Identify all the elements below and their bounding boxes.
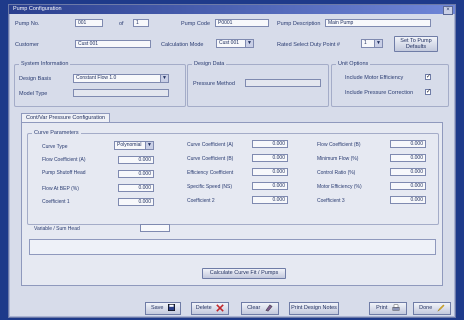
pressure-method-label: Pressure Method [193,81,235,87]
include-pressure-correction-checkbox[interactable]: ✓ [425,89,431,95]
design-basis-label: Design Basis [19,76,52,82]
model-type-field[interactable] [73,89,169,97]
save-label: Save [150,305,164,311]
print-label: Print [376,305,388,311]
pump-description-field[interactable]: Main Pump [325,19,431,27]
param-field[interactable]: 0.000 [252,140,288,148]
unit-options-title: Unit Options [336,61,371,67]
param-label: Flow Coefficient (A) [42,157,86,163]
param-field[interactable]: 0.000 [252,196,288,204]
delete-button[interactable]: Delete [191,302,229,315]
printer-icon [392,304,400,311]
chevron-down-icon[interactable]: ▼ [245,40,253,47]
set-to-pump-defaults-button[interactable]: Set To Pump Defaults [394,36,438,52]
calculation-mode-select[interactable]: Cust 001 ▼ [216,39,254,48]
tab-cont-var-pressure[interactable]: Cont/Var Pressure Configuration [21,113,111,122]
customer-label: Customer [15,42,39,48]
calculation-mode-value: Cust 001 [219,40,240,46]
curve-type-select[interactable]: Polynomial ▼ [114,141,154,150]
param-field[interactable]: 0.000 [390,182,426,190]
calculate-curve-fit-button[interactable]: Calculate Curve Fit / Pumps [202,268,286,279]
param-label: Pump Shutoff Head [42,170,86,176]
delete-label: Delete [195,305,212,311]
print-design-notes-button[interactable]: Print Design Notes [289,302,339,315]
param-field[interactable]: 0.000 [390,154,426,162]
param-label: Coefficient 1 [42,199,70,205]
eraser-icon [265,304,273,312]
chevron-down-icon[interactable]: ▼ [374,40,382,47]
results-display-bar [29,239,436,255]
save-button[interactable]: Save [145,302,181,315]
param-field[interactable]: 0.000 [252,154,288,162]
floppy-disk-icon [168,304,176,312]
done-label: Done [419,305,433,311]
calculation-mode-label: Calculation Mode [161,42,204,48]
param-label: Curve Type [42,144,68,150]
window-titlebar: Pump Configuration × [9,5,455,15]
param-field[interactable]: 0.000 [252,182,288,190]
param-label: Flow At BEP (%) [42,186,79,192]
chevron-down-icon[interactable]: ▼ [160,75,168,82]
param-label: Flow Coefficient (B) [317,142,361,148]
param-label: Minimum Flow (%) [317,156,359,162]
param-label: Efficiency Coefficient [187,170,234,176]
window-title: Pump Configuration [13,6,62,12]
param-label: Specific Speed (NS) [187,184,233,190]
include-pressure-correction-label: Include Pressure Correction [345,90,414,96]
rated-select-select[interactable]: 1 ▼ [361,39,383,48]
tab-panel: Curve Parameters Curve Type Polynomial ▼… [21,122,443,286]
param-field[interactable]: 0.000 [390,196,426,204]
param-field[interactable]: 0.000 [118,170,154,178]
param-label: Motor Efficiency (%) [317,184,362,190]
variable-sum-head-field[interactable] [140,224,170,232]
param-label: Curve Coefficient (A) [187,142,234,148]
variable-sum-head-label: Variable / Sum Head [34,226,80,232]
system-information-group: System Information [14,61,186,107]
model-type-label: Model Type [19,91,48,97]
print-button[interactable]: Print [369,302,407,315]
param-field[interactable]: 0.000 [390,168,426,176]
include-motor-efficiency-checkbox[interactable]: ✓ [425,74,431,80]
red-x-icon [216,303,224,312]
pump-no-label: Pump No. [15,21,40,27]
param-label: Coefficient 2 [187,198,215,204]
pump-description-label: Pump Description [277,21,321,27]
param-field[interactable]: 0.000 [118,184,154,192]
param-field[interactable]: 0.000 [390,140,426,148]
param-label: Curve Coefficient (B) [187,156,234,162]
system-information-title: System Information [19,61,71,67]
design-basis-value: Constant Flow 1.0 [76,75,117,81]
close-icon[interactable]: × [443,6,453,15]
pencil-check-icon [437,304,445,311]
clear-button[interactable]: Clear [241,302,279,315]
param-label: Coefficient 3 [317,198,345,204]
chevron-down-icon[interactable]: ▼ [145,142,153,149]
curve-type-value: Polynomial [117,142,142,148]
pump-count-field[interactable]: 1 [133,19,149,27]
of-label: of [119,21,124,27]
unit-options-group: Unit Options [331,61,449,107]
design-basis-select[interactable]: Constant Flow 1.0 ▼ [73,74,169,83]
param-field[interactable]: 0.000 [118,156,154,164]
pump-code-field[interactable]: P0001 [215,19,269,27]
pressure-method-field[interactable] [245,79,321,87]
done-button[interactable]: Done [413,302,451,315]
param-field[interactable]: 0.000 [118,198,154,206]
param-label: Control Ratio (%) [317,170,356,176]
customer-field[interactable]: Cust 001 [75,40,151,48]
design-data-title: Design Data [192,61,227,67]
param-field[interactable]: 0.000 [252,168,288,176]
clear-label: Clear [247,305,261,311]
pump-configuration-window: Pump Configuration × Pump No. 001 of 1 P… [8,4,456,318]
rated-select-label: Rated Select Duty Point # [277,42,340,48]
pump-code-label: Pump Code [181,21,211,27]
pump-no-field[interactable]: 001 [75,19,103,27]
curve-parameters-title: Curve Parameters [32,130,81,136]
include-motor-efficiency-label: Include Motor Efficiency [345,75,404,81]
rated-select-value: 1 [364,40,367,46]
